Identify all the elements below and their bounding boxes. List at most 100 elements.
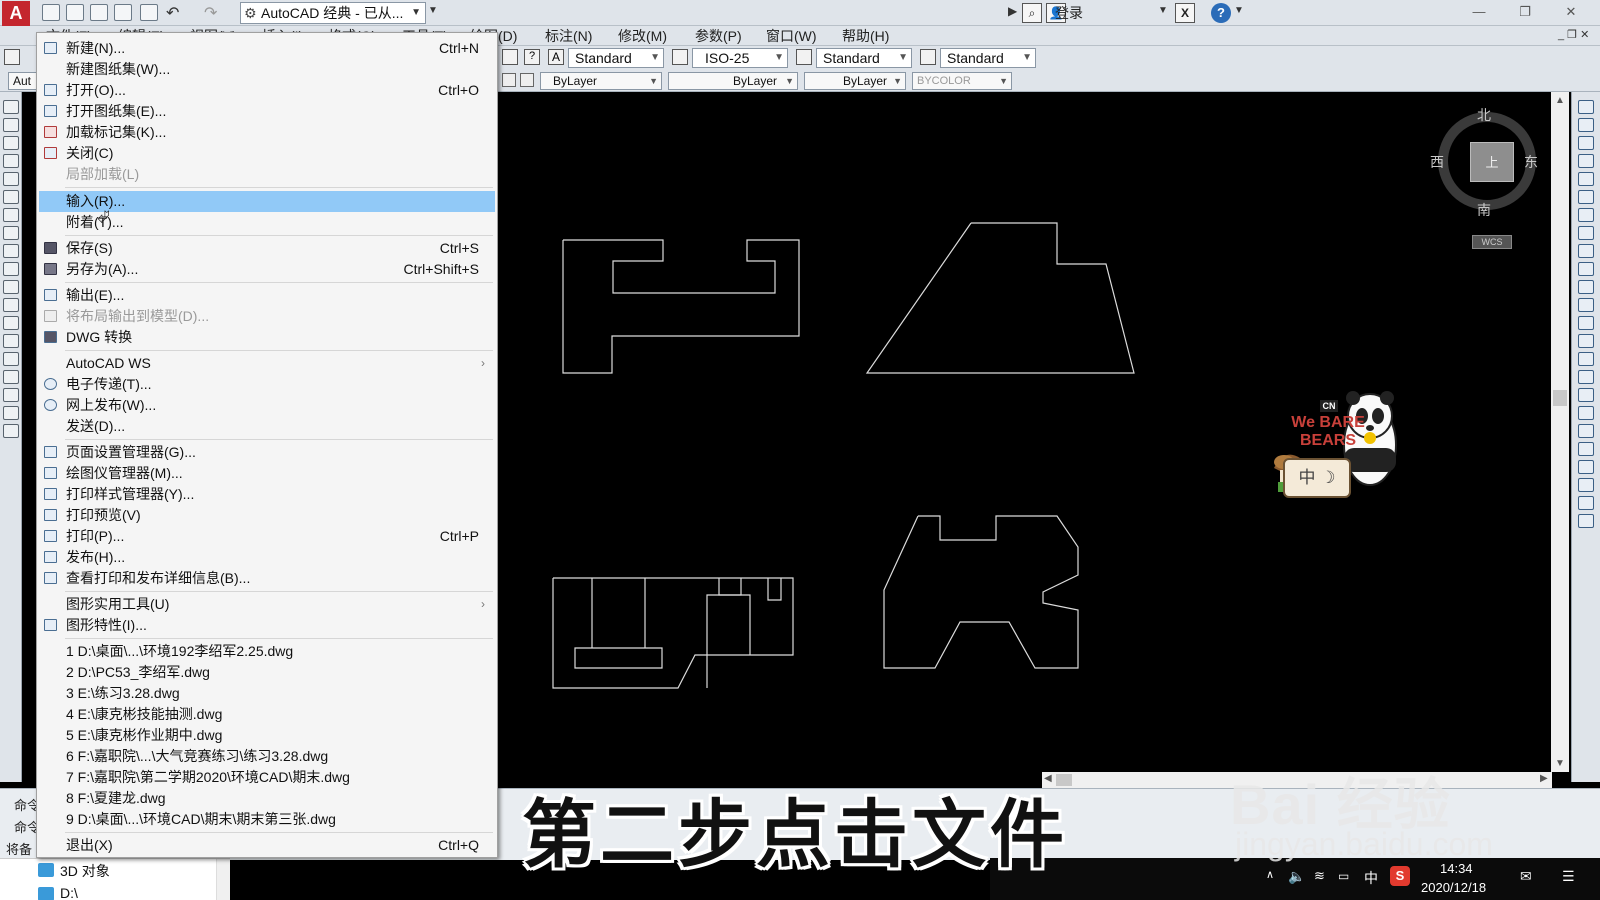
draw-tool-icon[interactable] (3, 190, 19, 204)
menu-parametric[interactable]: 参数(P) (695, 27, 742, 45)
menu-item-plotter-manager[interactable]: 绘图仪管理器(M)... (39, 463, 495, 484)
vertical-scrollbar[interactable] (1551, 92, 1569, 772)
doc-window-controls[interactable]: _ ❐ ✕ (1558, 28, 1589, 41)
modify-tool-icon[interactable] (1578, 154, 1594, 168)
menu-item-send[interactable]: 发送(D)... (39, 416, 495, 437)
draw-tool-icon[interactable] (3, 136, 19, 150)
menu-dimension[interactable]: 标注(N) (545, 27, 592, 45)
dimension-style-select[interactable]: ISO-25 ▼ (692, 48, 788, 68)
draw-tool-icon[interactable] (3, 424, 19, 438)
modify-tool-icon[interactable] (1578, 280, 1594, 294)
notification-icon[interactable]: ☰ (1562, 868, 1575, 885)
modify-tool-icon[interactable] (1578, 298, 1594, 312)
modify-tool-icon[interactable] (1578, 352, 1594, 366)
color-select[interactable]: ByLayer ▼ (540, 72, 662, 90)
modify-tool-icon[interactable] (1578, 226, 1594, 240)
menu-item-save-as[interactable]: 另存为(A)... Ctrl+Shift+S (39, 259, 495, 280)
modify-tool-icon[interactable] (1578, 514, 1594, 528)
draw-tool-icon[interactable] (3, 316, 19, 330)
modify-tool-icon[interactable] (1578, 208, 1594, 222)
menu-item-exit[interactable]: 退出(X) Ctrl+Q (39, 835, 495, 856)
menu-item-export[interactable]: 输出(E)... (39, 285, 495, 306)
menu-item-new-sheetset[interactable]: 新建图纸集(W)... (39, 59, 495, 80)
scroll-up-icon[interactable]: ▲ (1555, 95, 1565, 106)
menu-item-publish-web[interactable]: 网上发布(W)... (39, 395, 495, 416)
modify-tool-icon[interactable] (1578, 190, 1594, 204)
recent-file-1[interactable]: 1 D:\桌面\...\环境192李绍军2.25.dwg (39, 641, 495, 662)
menu-help[interactable]: 帮助(H) (842, 27, 889, 45)
ime-indicator[interactable]: 中 (1364, 868, 1378, 888)
recent-file-7[interactable]: 7 F:\嘉职院\第二学期2020\环境CAD\期末.dwg (39, 767, 495, 788)
binoculars-icon[interactable]: ⌕ (1022, 3, 1042, 23)
menu-item-open[interactable]: 打开(O)... Ctrl+O (39, 80, 495, 101)
undo-icon[interactable]: ↶ (166, 3, 179, 23)
login-dropdown-icon[interactable]: ▼ (1158, 5, 1168, 16)
draw-tool-icon[interactable] (3, 154, 19, 168)
multileader-style-select[interactable]: Standard ▼ (940, 48, 1036, 68)
modify-tool-icon[interactable] (1578, 406, 1594, 420)
menu-item-close[interactable]: 关闭(C) (39, 143, 495, 164)
modify-tool-icon[interactable] (1578, 460, 1594, 474)
recent-file-3[interactable]: 3 E:\练习3.28.dwg (39, 683, 495, 704)
clock-time[interactable]: 14:34 (1440, 861, 1473, 876)
explorer-item-drive-d[interactable]: D:\ (60, 885, 78, 900)
menu-item-drawing-utilities[interactable]: 图形实用工具(U) › (39, 594, 495, 615)
recent-file-9[interactable]: 9 D:\桌面\...\环境CAD\期末\期末第三张.dwg (39, 809, 495, 830)
layer-icon[interactable] (502, 73, 516, 87)
menu-item-drawing-properties[interactable]: 图形特性(I)... (39, 615, 495, 636)
login-button[interactable]: 登录 (1055, 3, 1165, 23)
modify-tool-icon[interactable] (1578, 100, 1594, 114)
restore-icon[interactable]: ❐ (1502, 0, 1548, 24)
menu-item-page-setup[interactable]: 页面设置管理器(G)... (39, 442, 495, 463)
menu-item-etransmit[interactable]: 电子传递(T)... (39, 374, 495, 395)
modify-tool-icon[interactable] (1578, 136, 1594, 150)
menu-window[interactable]: 窗口(W) (766, 27, 817, 45)
explorer-item-3d-objects[interactable]: 3D 对象 (60, 861, 110, 881)
help-icon[interactable]: ? (1211, 3, 1231, 23)
draw-tool-icon[interactable] (3, 244, 19, 258)
redo-icon[interactable]: ↷ (204, 3, 217, 23)
modify-tool-icon[interactable] (1578, 370, 1594, 384)
quick-access-dropdown-icon[interactable]: ▼ (428, 5, 438, 16)
scroll-down-icon[interactable]: ▼ (1555, 758, 1565, 769)
toolbar-icon[interactable] (502, 49, 518, 65)
menu-item-plot-preview[interactable]: 打印预览(V) (39, 505, 495, 526)
wifi-icon[interactable]: ≋ (1314, 868, 1325, 884)
recent-file-2[interactable]: 2 D:\PC53_李绍军.dwg (39, 662, 495, 683)
draw-tool-icon[interactable] (3, 118, 19, 132)
compass-east[interactable]: 东 (1524, 152, 1538, 172)
wcs-menu[interactable]: WCS (1472, 235, 1512, 249)
mail-icon[interactable]: ✉ (1520, 868, 1532, 885)
menu-item-publish[interactable]: 发布(H)... (39, 547, 495, 568)
modify-tool-icon[interactable] (1578, 496, 1594, 510)
exchange-x-icon[interactable]: X (1175, 3, 1195, 23)
draw-tool-icon[interactable] (3, 370, 19, 384)
draw-tool-icon[interactable] (3, 226, 19, 240)
draw-tool-icon[interactable] (3, 352, 19, 366)
close-icon[interactable]: ✕ (1548, 0, 1594, 24)
draw-tool-icon[interactable] (3, 262, 19, 276)
draw-tool-icon[interactable] (3, 388, 19, 402)
modify-tool-icon[interactable] (1578, 334, 1594, 348)
modify-tool-icon[interactable] (1578, 316, 1594, 330)
explorer-scrollbar[interactable] (216, 859, 230, 900)
autocad-logo-icon[interactable]: A (2, 1, 30, 26)
menu-item-dwg-convert[interactable]: DWG 转换 (39, 327, 495, 348)
workspace-dropdown[interactable]: ⚙ AutoCAD 经典 - 已从... ▼ (240, 2, 426, 24)
menu-item-save[interactable]: 保存(S) Ctrl+S (39, 238, 495, 259)
minimize-icon[interactable]: — (1456, 0, 1502, 24)
menu-item-plot-style-manager[interactable]: 打印样式管理器(Y)... (39, 484, 495, 505)
help-dropdown-icon[interactable]: ▼ (1234, 5, 1244, 16)
toolbar-icon[interactable] (4, 49, 20, 65)
print-icon[interactable] (140, 4, 158, 21)
volume-icon[interactable]: 🔈 (1288, 868, 1305, 885)
menu-item-plot-details[interactable]: 查看打印和发布详细信息(B)... (39, 568, 495, 589)
modify-tool-icon[interactable] (1578, 424, 1594, 438)
modify-tool-icon[interactable] (1578, 172, 1594, 186)
compass-west[interactable]: 西 (1430, 152, 1444, 172)
sogou-input-icon[interactable]: S (1390, 866, 1410, 886)
recent-file-5[interactable]: 5 E:\康克彬作业期中.dwg (39, 725, 495, 746)
recent-file-4[interactable]: 4 E:\康克彬技能抽测.dwg (39, 704, 495, 725)
help-small-icon[interactable]: ? (524, 49, 540, 65)
lineweight-select[interactable]: ByLayer ▼ (804, 72, 906, 90)
